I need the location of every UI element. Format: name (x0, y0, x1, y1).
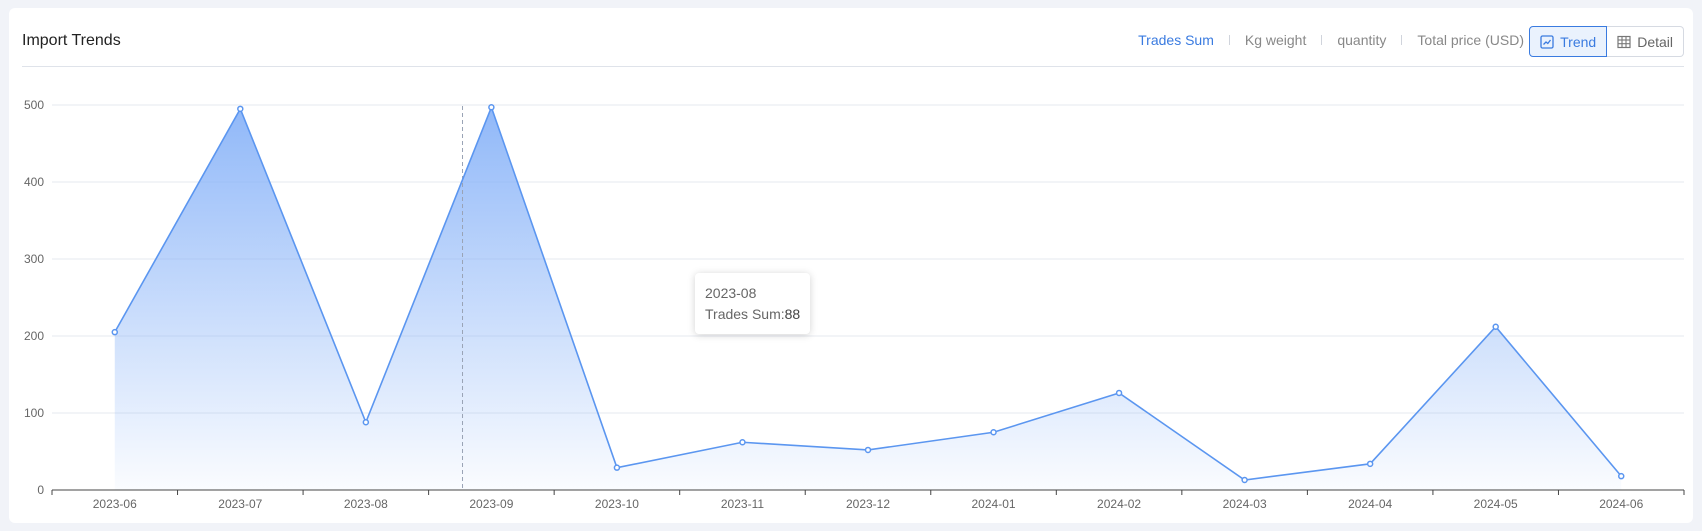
x-tick-label: 2024-05 (1474, 497, 1518, 511)
y-tick-label: 500 (24, 98, 44, 112)
series-area (114, 107, 1622, 490)
data-point (613, 464, 621, 471)
tooltip-label: Trades Sum: (705, 306, 785, 322)
y-tick-label: 200 (24, 329, 44, 343)
x-tick-label: 2024-04 (1348, 497, 1392, 511)
data-point (1617, 472, 1625, 480)
tooltip-value: 88 (784, 306, 801, 322)
data-point (864, 446, 872, 454)
data-point (1492, 323, 1499, 331)
data-point (111, 328, 119, 336)
data-point (1366, 460, 1374, 468)
trend-chart: 01002003004005002023-06 2023-07 2023-08 202… (24, 98, 1685, 511)
y-tick-label: 100 (24, 406, 44, 420)
x-tick-label: 2023-10 (595, 497, 639, 511)
data-point (1115, 389, 1123, 397)
x-tick-label: 2024-03 (1223, 497, 1267, 511)
chart-tooltip: 2023-08 Trades Sum:88 (695, 273, 811, 334)
data-point (488, 104, 495, 111)
tooltip-period: 2023-08 (705, 285, 757, 301)
tooltip-line: Trades Sum:88 (705, 304, 800, 325)
data-point (990, 429, 997, 436)
x-tick-label: 2023-08 (344, 497, 388, 511)
x-tick-label: 2023-12 (846, 497, 890, 511)
x-tick-label: 2024-06 (1599, 497, 1643, 511)
x-tick-label: 2024-02 (1097, 497, 1141, 511)
data-point (739, 439, 746, 446)
data-point (237, 105, 244, 113)
x-tick-label: 2024-01 (972, 497, 1016, 511)
y-tick-label: 400 (24, 175, 44, 189)
data-point (362, 418, 370, 426)
x-tick-label: 2023-06 (93, 497, 137, 511)
x-tick-label: 2023-09 (469, 497, 513, 511)
y-tick-label: 300 (24, 252, 44, 266)
data-point (1241, 476, 1248, 484)
y-tick-label: 0 (37, 483, 44, 497)
x-tick-label: 2023-07 (218, 497, 262, 511)
x-tick-label: 2023-11 (721, 497, 764, 511)
